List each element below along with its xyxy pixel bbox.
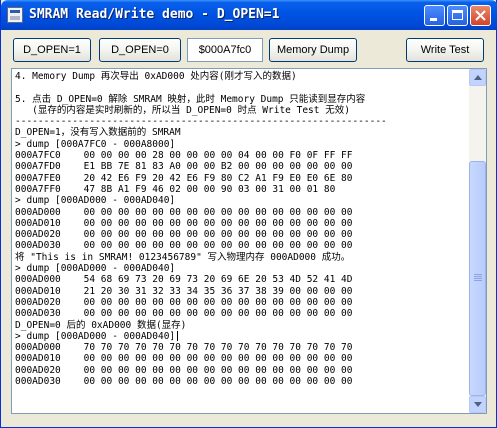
- output-line: 5. 点击 D_OPEN=0 解除 SMRAM 映射，此时 Memory Dum…: [15, 93, 366, 105]
- title-bar[interactable]: SMRAM Read/Write demo - D_OPEN=1: [1, 0, 497, 30]
- output-line: > dump [000AD000 - 000AD040]: [15, 331, 467, 342]
- write-test-button[interactable]: Write Test: [406, 38, 484, 62]
- window-title: SMRAM Read/Write demo - D_OPEN=1: [29, 7, 280, 22]
- d-open-1-button[interactable]: D_OPEN=1: [13, 38, 91, 62]
- output-line: 000AD000 70 70 70 70 70 70 70 70 70 70 7…: [15, 342, 353, 354]
- output-line: 000AD030 00 00 00 00 00 00 00 00 00 00 0…: [15, 376, 353, 388]
- scroll-down-button[interactable]: [469, 396, 486, 413]
- maximize-button[interactable]: [447, 5, 468, 26]
- output-line: > dump [000AD000 - 000AD040]: [15, 195, 176, 207]
- scroll-up-button[interactable]: [469, 69, 486, 86]
- output-line: 000AD030 00 00 00 00 00 00 00 00 00 00 0…: [15, 240, 353, 252]
- output-line: 000AD000 54 68 69 73 20 69 73 20 69 6E 2…: [15, 274, 353, 286]
- output-line: (显存的内容是实时刷新的，所以当 D_OPEN=0 时点 Write Test …: [15, 104, 350, 116]
- output-line: D_OPEN=1，没有写入数据前的 SMRAM: [15, 127, 181, 139]
- output-line: 000A7FE0 20 42 E6 F9 20 42 E6 F9 80 C2 A…: [15, 172, 353, 184]
- arrow-down-icon: [474, 402, 482, 407]
- d-open-0-button[interactable]: D_OPEN=0: [99, 38, 181, 62]
- output-line: ----------------------------------------…: [15, 116, 387, 128]
- app-window: SMRAM Read/Write demo - D_OPEN=1 D_OPEN=…: [0, 0, 497, 428]
- output-line: 000A7FC0 00 00 00 00 28 00 00 00 00 04 0…: [15, 150, 353, 162]
- arrow-up-icon: [474, 75, 482, 80]
- address-input[interactable]: $000A7fc0: [187, 38, 263, 62]
- output-line: > dump [000A7FC0 - 000A8000]: [15, 138, 176, 150]
- app-icon[interactable]: [7, 7, 23, 23]
- output-line: 000AD030 00 00 00 00 00 00 00 00 00 00 0…: [15, 308, 353, 320]
- output-line: 000AD010 00 00 00 00 00 00 00 00 00 00 0…: [15, 217, 353, 229]
- close-button[interactable]: [470, 5, 491, 26]
- memory-dump-button[interactable]: Memory Dump: [269, 38, 357, 62]
- output-line: 000AD010 00 00 00 00 00 00 00 00 00 00 0…: [15, 353, 353, 365]
- output-line: > dump [000AD000 - 000AD040]: [15, 263, 176, 275]
- scrollbar-thumb[interactable]: [469, 161, 486, 396]
- output-line: 000A7FF0 47 8B A1 F9 46 02 00 00 90 03 0…: [15, 183, 336, 195]
- output-line: 000AD020 00 00 00 00 00 00 00 00 00 00 0…: [15, 229, 353, 241]
- output-line: 000AD020 00 00 00 00 00 00 00 00 00 00 0…: [15, 364, 353, 376]
- output-line: 4. Memory Dump 再次导出 0xAD000 处内容(刚才写入的数据): [15, 71, 297, 82]
- minimize-button[interactable]: [424, 5, 445, 26]
- vertical-scrollbar[interactable]: [469, 69, 486, 413]
- close-icon: [475, 10, 486, 21]
- text-caret: [177, 331, 179, 342]
- output-text: 4. Memory Dump 再次导出 0xAD000 处内容(刚才写入的数据)…: [15, 71, 467, 387]
- output-line: 000AD010 21 20 30 31 32 33 34 35 36 37 3…: [15, 285, 353, 297]
- output-line: 000AD020 00 00 00 00 00 00 00 00 00 00 0…: [15, 296, 353, 308]
- output-line: 将 "This is in SMRAM! 0123456789" 写入物理内存 …: [15, 251, 351, 263]
- output-line: D_OPEN=0 后的 0xAD000 数据(显存): [15, 319, 187, 331]
- output-textarea[interactable]: 4. Memory Dump 再次导出 0xAD000 处内容(刚才写入的数据)…: [11, 68, 487, 414]
- output-line: 000AD000 00 00 00 00 00 00 00 00 00 00 0…: [15, 206, 353, 218]
- output-line: 000A7FD0 E1 BB 7E 81 83 A0 00 00 B2 00 0…: [15, 161, 353, 173]
